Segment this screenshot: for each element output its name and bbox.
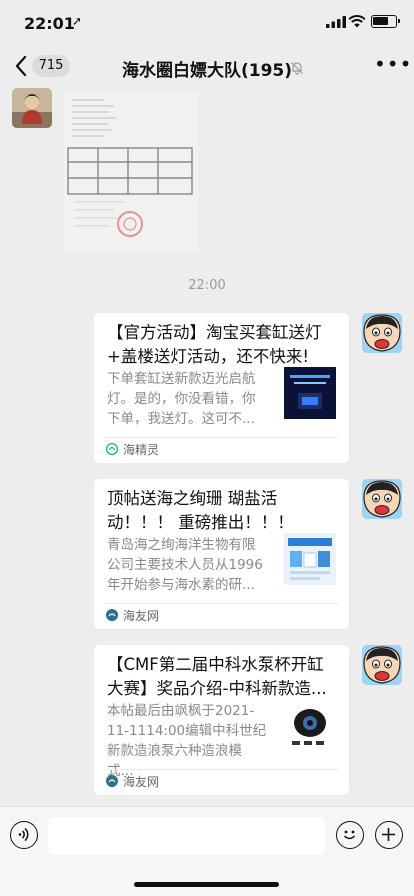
message-timestamp: 22:00 bbox=[188, 278, 226, 293]
cellular-signal-icon bbox=[326, 16, 346, 28]
card-title: 【CMF第二届中科水泵杯开缸大赛】奖品介绍-中科新款造... bbox=[107, 655, 327, 698]
hai-you-icon bbox=[106, 609, 118, 621]
image-message[interactable] bbox=[64, 92, 198, 252]
more-options-icon[interactable]: ••• bbox=[374, 54, 411, 76]
emoji-icon[interactable] bbox=[336, 821, 364, 849]
card-source: 海友网 bbox=[123, 775, 160, 789]
self-avatar[interactable] bbox=[362, 479, 402, 519]
wifi-icon bbox=[348, 15, 366, 28]
link-card[interactable]: 顶帖送海之绚珊 瑚盐活动！！！ 重磅推出！！！ 青岛海之绚海洋生物有限公司主要技… bbox=[94, 479, 349, 629]
card-source: 海友网 bbox=[123, 609, 160, 623]
hai-you-icon bbox=[106, 775, 118, 787]
status-time: 22:01 bbox=[24, 14, 75, 33]
card-title: 顶帖送海之绚珊 瑚盐活动！！！ 重磅推出！！！ bbox=[107, 489, 294, 532]
card-description: 青岛海之绚海洋生物有限公司主要技术人员从1996年开始参与海水素的研... bbox=[107, 537, 263, 593]
mute-bell-icon bbox=[291, 62, 303, 75]
chat-title: 海水圈白嫖大队(195) bbox=[121, 61, 293, 81]
card-divider bbox=[104, 603, 339, 604]
add-more-icon[interactable] bbox=[375, 821, 403, 849]
card-divider bbox=[104, 769, 339, 770]
card-thumbnail bbox=[284, 699, 336, 751]
card-description: 下单套缸送新款迈光启航灯。是的，你没看错，你下单，我送灯。这可不... bbox=[107, 371, 256, 427]
location-icon: ➚ bbox=[72, 14, 83, 28]
battery-icon bbox=[371, 15, 400, 28]
voice-input-icon[interactable] bbox=[10, 821, 38, 849]
card-source: 海精灵 bbox=[123, 443, 160, 457]
home-indicator bbox=[134, 882, 279, 887]
link-card[interactable]: 【官方活动】淘宝买套缸送灯+盖楼送灯活动，还不快来! 下单套缸送新款迈光启航灯。… bbox=[94, 313, 349, 463]
card-thumbnail bbox=[284, 367, 336, 419]
link-card[interactable]: 【CMF第二届中科水泵杯开缸大赛】奖品介绍-中科新款造... 本帖最后由飒枫于2… bbox=[94, 645, 349, 795]
sender-avatar[interactable] bbox=[12, 88, 52, 128]
message-input[interactable] bbox=[48, 817, 325, 855]
mini-program-icon bbox=[106, 443, 118, 455]
chat-header: 715 海水圈白嫖大队(195) ••• bbox=[0, 44, 414, 88]
card-title: 【官方活动】淘宝买套缸送灯+盖楼送灯活动，还不快来! bbox=[107, 323, 322, 366]
card-divider bbox=[104, 437, 339, 438]
status-bar: 22:01 ➚ bbox=[0, 0, 414, 44]
card-thumbnail bbox=[284, 533, 336, 585]
self-avatar[interactable] bbox=[362, 313, 402, 353]
self-avatar[interactable] bbox=[362, 645, 402, 685]
